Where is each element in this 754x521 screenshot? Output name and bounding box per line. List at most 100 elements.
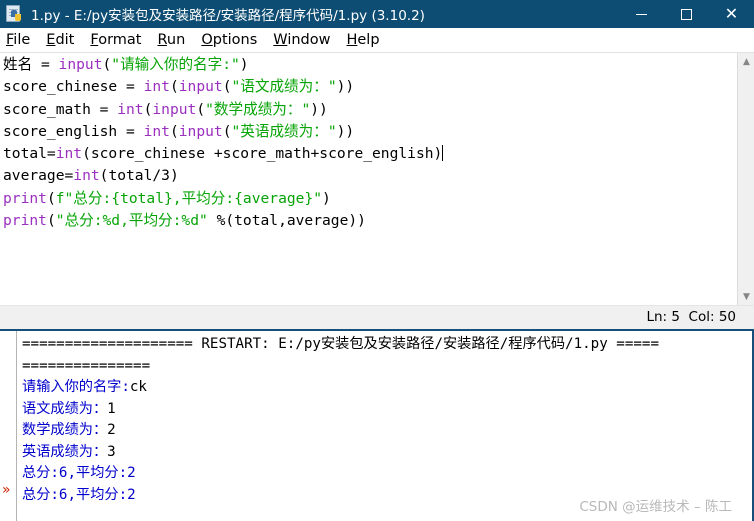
- status-bar: Ln: 5 Col: 50: [0, 305, 754, 329]
- menu-item-edit[interactable]: Edit: [46, 32, 74, 48]
- menu-item-window[interactable]: Window: [273, 32, 330, 48]
- code-line: print(f"总分:{total},平均分:{average}"): [3, 188, 443, 210]
- close-button[interactable]: ✕: [709, 0, 754, 28]
- text-run-builtin: int: [55, 145, 83, 163]
- shell-line: 请输入你的名字:ck: [22, 377, 659, 399]
- menu-item-run[interactable]: Run: [157, 32, 185, 48]
- text-run-plain: (: [46, 212, 56, 230]
- text-run-builtin: int: [117, 100, 144, 118]
- cursor-position-label: Ln: 5 Col: 50: [646, 309, 736, 325]
- text-run-string: "请输入你的名字:": [111, 56, 240, 73]
- chevron-down-icon[interactable]: ▼: [738, 288, 754, 305]
- shell-prompt-marker: »: [2, 482, 11, 498]
- text-run-prompt: 语文成绩为：: [22, 400, 108, 417]
- text-run-value: 3: [107, 443, 116, 460]
- text-run-prompt: 数学成绩为：: [22, 422, 108, 438]
- code-line: score_chinese = int(input("语文成绩为：")): [3, 76, 443, 98]
- menu-accelerator: R: [157, 32, 167, 48]
- menu-label-rest: ile: [13, 32, 31, 48]
- code-editor-pane[interactable]: 姓名 = input("请输入你的名字:") score_chinese = in…: [0, 53, 754, 305]
- text-run-builtin: int: [143, 78, 170, 96]
- text-run-plain: average=: [3, 167, 74, 185]
- text-run-rst: ===============: [22, 357, 151, 374]
- text-run-value: 2: [107, 422, 116, 438]
- menu-bar: File Edit Format Run Options Window Help: [0, 28, 754, 53]
- text-run-plain: score_english =: [3, 122, 144, 140]
- menu-accelerator: O: [201, 32, 213, 48]
- menu-accelerator: H: [346, 32, 358, 48]
- text-run-prompt: 总分:6,平均分:2: [22, 465, 136, 481]
- idle-editor-window: 1.py - E:/py安装包及安装路径/安装路径/程序代码/1.py (3.1…: [0, 0, 754, 521]
- text-run-builtin: int: [143, 122, 170, 140]
- watermark-label: CSDN @运维技术 – 陈工: [579, 499, 732, 515]
- text-run-plain: 姓名 =: [3, 56, 59, 73]
- code-line: 姓名 = input("请输入你的名字:"): [3, 54, 443, 76]
- text-run-plain: ): [239, 56, 249, 73]
- text-run-string: "英语成绩为：": [231, 122, 337, 140]
- text-run-plain: (: [169, 78, 179, 96]
- editor-scrollbar[interactable]: ▲ ▼: [737, 53, 754, 305]
- text-run-plain: total=: [3, 145, 56, 163]
- text-run-builtin: int: [73, 167, 100, 185]
- window-title: 1.py - E:/py安装包及安装路径/安装路径/程序代码/1.py (3.1…: [31, 8, 425, 24]
- menu-label-rest: ormat: [98, 32, 142, 48]
- text-run-plain: )): [310, 100, 328, 118]
- shell-line: ===============: [22, 356, 659, 378]
- menu-label-rest: un: [166, 32, 186, 48]
- text-run-prompt: 总分:6,平均分:2: [22, 486, 136, 503]
- text-run-plain: score_math =: [3, 100, 118, 118]
- text-run-plain: (: [169, 122, 179, 140]
- text-run-plain: )): [336, 122, 355, 140]
- text-run-plain: (: [46, 189, 56, 207]
- shell-line: 语文成绩为：1: [22, 399, 659, 421]
- python-file-icon: [6, 5, 24, 23]
- shell-line: 总分:6,平均分:2: [22, 485, 659, 507]
- menu-item-file[interactable]: File: [6, 32, 30, 48]
- text-run-builtin: input: [152, 100, 197, 118]
- text-run-string: f"总分:{total},平均分:{average}": [55, 189, 322, 207]
- text-run-builtin: input: [178, 78, 223, 96]
- maximize-icon: [681, 8, 692, 20]
- code-line: print("总分:%d,平均分:%d" %(total,average)): [3, 210, 443, 232]
- shell-output-text[interactable]: ==================== RESTART: E:/py安装包及安…: [22, 334, 659, 506]
- text-run-builtin: input: [178, 122, 223, 140]
- code-line: average=int(total/3): [3, 165, 443, 187]
- shell-line: 总分:6,平均分:2: [22, 463, 659, 485]
- chevron-up-icon[interactable]: ▲: [738, 53, 754, 70]
- text-run-plain: %(total,average)): [207, 212, 366, 230]
- text-run-builtin: input: [58, 56, 103, 73]
- code-line: score_english = int(input("英语成绩为：")): [3, 121, 443, 143]
- menu-item-format[interactable]: Format: [90, 32, 141, 48]
- text-run-rst: ==================== RESTART: E:/py安装包及安…: [22, 336, 659, 352]
- menu-label-rest: dit: [55, 32, 75, 48]
- menu-label-rest: indow: [287, 32, 331, 48]
- code-editor-text[interactable]: 姓名 = input("请输入你的名字:") score_chinese = in…: [3, 54, 444, 232]
- minimize-button[interactable]: [619, 0, 664, 28]
- menu-accelerator: W: [273, 32, 288, 48]
- text-run-value: ck: [129, 379, 147, 395]
- menu-label-rest: ptions: [212, 32, 258, 48]
- maximize-button[interactable]: [664, 0, 709, 28]
- title-bar: 1.py - E:/py安装包及安装路径/安装路径/程序代码/1.py (3.1…: [0, 0, 754, 28]
- text-run-plain: score_chinese =: [3, 78, 144, 96]
- menu-item-help[interactable]: Help: [346, 32, 379, 48]
- text-run-builtin: print: [3, 189, 47, 207]
- text-run-plain: (: [196, 100, 206, 118]
- menu-label-rest: elp: [357, 32, 380, 48]
- shell-line: 英语成绩为：3: [22, 442, 659, 464]
- text-run-string: "总分:%d,平均分:%d": [55, 212, 208, 230]
- text-run-plain: ): [322, 189, 331, 207]
- code-line: total=int(score_chinese +score_math+scor…: [3, 143, 444, 165]
- text-run-prompt: 英语成绩为：: [22, 443, 108, 460]
- text-run-builtin: print: [3, 212, 47, 230]
- text-run-string: "数学成绩为：": [205, 100, 311, 118]
- text-run-value: 1: [107, 400, 116, 417]
- minimize-icon: [636, 13, 647, 15]
- text-cursor: [442, 145, 444, 162]
- python-shell-pane[interactable]: » ==================== RESTART: E:/py安装包…: [0, 331, 754, 521]
- close-icon: ✕: [724, 4, 739, 23]
- menu-item-options[interactable]: Options: [201, 32, 257, 48]
- shell-line: 数学成绩为：2: [22, 420, 659, 442]
- text-run-plain: (total/3): [99, 167, 179, 185]
- window-controls: ✕: [619, 0, 754, 28]
